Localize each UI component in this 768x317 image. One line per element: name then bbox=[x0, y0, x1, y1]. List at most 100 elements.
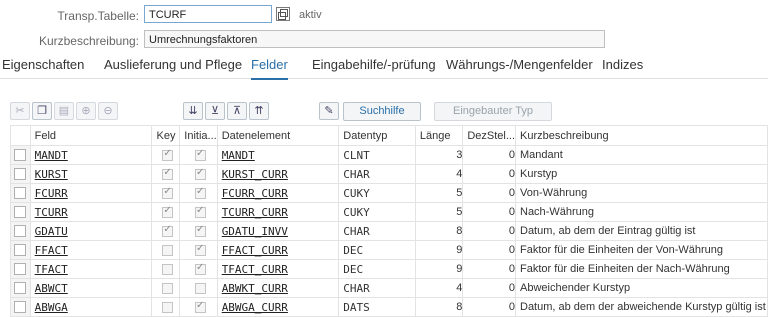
row-select-box[interactable] bbox=[14, 263, 27, 275]
tab-eigenschaften[interactable]: Eigenschaften bbox=[2, 57, 84, 72]
key-checkbox[interactable] bbox=[162, 244, 174, 256]
data-element-cell[interactable]: FFACT_CURR bbox=[216, 240, 340, 260]
data-element-cell[interactable]: ABWKT_CURR bbox=[216, 278, 340, 298]
data-element-cell[interactable]: ABWGA_CURR bbox=[216, 297, 340, 317]
column-header[interactable]: Initia... bbox=[179, 125, 218, 146]
table-row[interactable]: TFACT TFACT_CURRDEC90Faktor für die Einhe… bbox=[10, 259, 768, 279]
paste-icon[interactable]: ▤ bbox=[54, 102, 74, 120]
last-icon[interactable]: ⇈ bbox=[249, 102, 269, 120]
row-selector[interactable] bbox=[10, 202, 31, 222]
row-select-box[interactable] bbox=[14, 149, 27, 161]
table-row[interactable]: TCURR TCURR_CURRCUKY50Nach-Währung bbox=[10, 202, 768, 222]
tab-waehrungsfelder[interactable]: Währungs-/Mengenfelder bbox=[446, 57, 593, 72]
field-name-cell[interactable]: TCURR bbox=[29, 202, 153, 222]
row-select-box[interactable] bbox=[14, 225, 27, 237]
cut-icon[interactable]: ✂ bbox=[10, 102, 30, 120]
column-header[interactable]: DezStel... bbox=[462, 125, 516, 146]
column-header[interactable]: Kurzbeschreibung bbox=[515, 125, 768, 146]
row-selector[interactable] bbox=[10, 221, 31, 241]
row-selector[interactable] bbox=[10, 145, 31, 165]
search-help-button[interactable]: Suchhilfe bbox=[343, 102, 421, 121]
initial-checkbox-cell bbox=[179, 297, 218, 317]
select-all-header[interactable] bbox=[10, 125, 31, 146]
key-checkbox[interactable] bbox=[162, 205, 174, 218]
field-name-cell[interactable]: KURST bbox=[29, 164, 153, 184]
initial-checkbox[interactable] bbox=[194, 148, 206, 161]
column-header[interactable]: Länge bbox=[414, 125, 464, 146]
data-type-cell: CUKY bbox=[338, 202, 416, 222]
table-name-field[interactable]: TCURF bbox=[144, 5, 272, 23]
first-icon[interactable]: ⇊ bbox=[183, 102, 203, 120]
initial-checkbox-cell bbox=[179, 145, 218, 165]
key-checkbox[interactable] bbox=[162, 167, 174, 180]
tab-eingabehilfe[interactable]: Eingabehilfe/-prüfung bbox=[312, 57, 436, 72]
data-element-cell[interactable]: TFACT_CURR bbox=[216, 259, 340, 279]
initial-checkbox[interactable] bbox=[194, 243, 206, 256]
data-element-cell[interactable]: GDATU_INVV bbox=[216, 221, 340, 241]
key-checkbox-cell bbox=[151, 164, 181, 184]
field-name-cell[interactable]: MANDT bbox=[29, 145, 153, 165]
initial-checkbox[interactable] bbox=[194, 300, 206, 313]
column-header[interactable]: Datentyp bbox=[338, 125, 416, 146]
key-checkbox[interactable] bbox=[162, 224, 174, 237]
value-help-icon[interactable] bbox=[276, 7, 290, 21]
table-row[interactable]: FFACT FFACT_CURRDEC90Faktor für die Einhe… bbox=[10, 240, 768, 260]
tab-auslieferung[interactable]: Auslieferung und Pflege bbox=[104, 57, 242, 72]
initial-checkbox[interactable] bbox=[194, 262, 206, 275]
initial-checkbox[interactable] bbox=[194, 186, 206, 199]
data-element-cell[interactable]: KURST_CURR bbox=[216, 164, 340, 184]
initial-checkbox[interactable] bbox=[194, 282, 206, 294]
table-row[interactable]: FCURR FCURR_CURRCUKY50Von-Währung bbox=[10, 183, 768, 203]
key-checkbox[interactable] bbox=[162, 301, 174, 313]
column-header[interactable]: Feld bbox=[29, 125, 153, 146]
table-row[interactable]: GDATU GDATU_INVVCHAR80Datum, ab dem der E… bbox=[10, 221, 768, 241]
short-description-cell: Von-Währung bbox=[515, 183, 768, 203]
copy-icon[interactable]: ❐ bbox=[32, 102, 52, 120]
next-icon[interactable]: ⊼ bbox=[227, 102, 247, 120]
table-row[interactable]: ABWGA ABWGA_CURRDATS80Datum, ab dem der a… bbox=[10, 297, 768, 317]
table-row[interactable]: MANDTMANDTCLNT30Mandant bbox=[10, 145, 768, 165]
row-selector[interactable] bbox=[10, 164, 31, 184]
row-selector[interactable] bbox=[10, 278, 31, 298]
table-row[interactable]: ABWCT ABWKT_CURR CHAR 4 0 Abweichender Kursty… bbox=[10, 278, 768, 298]
row-selector[interactable] bbox=[10, 240, 31, 260]
insert-row-icon[interactable]: ⊕ bbox=[76, 102, 96, 120]
field-name-cell[interactable]: TFACT bbox=[29, 259, 153, 279]
key-checkbox[interactable] bbox=[162, 263, 174, 275]
short-description-field[interactable]: Umrechnungsfaktoren bbox=[144, 30, 605, 48]
field-name-cell[interactable]: FFACT bbox=[29, 240, 153, 260]
initial-checkbox[interactable] bbox=[194, 167, 206, 180]
where-used-icon[interactable]: ✎ bbox=[319, 102, 339, 120]
row-selector[interactable] bbox=[10, 297, 31, 317]
column-header[interactable]: Key bbox=[151, 125, 181, 146]
tab-felder[interactable]: Felder bbox=[251, 57, 288, 80]
short-description-cell: Kurstyp bbox=[515, 164, 768, 184]
row-select-box[interactable] bbox=[14, 168, 27, 180]
row-selector[interactable] bbox=[10, 259, 31, 279]
row-select-box[interactable] bbox=[14, 244, 27, 256]
field-name-cell[interactable]: FCURR bbox=[29, 183, 153, 203]
data-element-cell[interactable]: MANDT bbox=[216, 145, 340, 165]
initial-checkbox[interactable] bbox=[194, 224, 206, 237]
key-checkbox[interactable] bbox=[162, 186, 174, 199]
field-name-cell[interactable]: ABWCT bbox=[29, 278, 153, 298]
row-select-box[interactable] bbox=[14, 187, 27, 199]
previous-icon[interactable]: ⊻ bbox=[205, 102, 225, 120]
data-element-cell[interactable]: FCURR_CURR bbox=[216, 183, 340, 203]
column-header[interactable]: Datenelement bbox=[216, 125, 340, 146]
key-checkbox[interactable] bbox=[162, 282, 174, 294]
data-element-cell[interactable]: TCURR_CURR bbox=[216, 202, 340, 222]
length-cell: 4 bbox=[414, 164, 464, 184]
row-select-box[interactable] bbox=[14, 301, 27, 313]
field-name-cell[interactable]: ABWGA bbox=[29, 297, 153, 317]
row-selector[interactable] bbox=[10, 183, 31, 203]
initial-checkbox[interactable] bbox=[194, 205, 206, 218]
row-select-box[interactable] bbox=[14, 206, 27, 218]
table-row[interactable]: KURST KURST_CURRCHAR40Kurstyp bbox=[10, 164, 768, 184]
field-name-cell[interactable]: GDATU bbox=[29, 221, 153, 241]
row-select-box[interactable] bbox=[14, 282, 27, 294]
key-checkbox[interactable] bbox=[162, 148, 174, 161]
builtin-type-button[interactable]: Eingebauter Typ bbox=[434, 102, 552, 121]
tab-indizes[interactable]: Indizes bbox=[602, 57, 643, 72]
delete-row-icon[interactable]: ⊖ bbox=[98, 102, 118, 120]
